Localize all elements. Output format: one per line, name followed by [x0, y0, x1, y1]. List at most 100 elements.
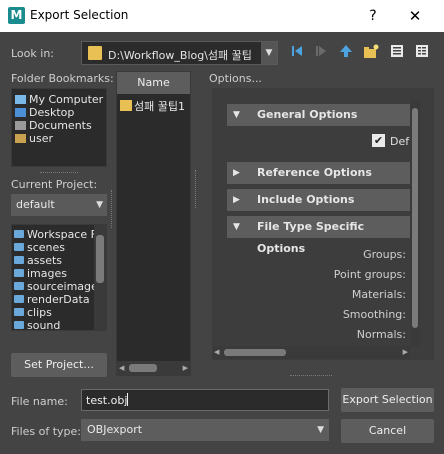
section-label: General Options	[257, 108, 358, 121]
folder-icon	[14, 282, 24, 290]
bookmark-desktop[interactable]: Desktop	[15, 106, 74, 119]
list-item[interactable]: 섬패 꿀팁1	[120, 98, 185, 114]
bookmark-user[interactable]: user	[15, 132, 53, 145]
file-name-value: test.obj	[86, 394, 128, 407]
splitter-handle[interactable]	[40, 172, 78, 173]
help-button[interactable]: ?	[361, 5, 385, 27]
look-in-label: Look in:	[11, 47, 54, 60]
horizontal-scrollbar[interactable]: ◀ ▶	[212, 346, 410, 359]
list-item[interactable]: sourceimage	[14, 280, 98, 293]
scroll-left-icon[interactable]: ◀	[214, 348, 219, 356]
up-folder-icon[interactable]	[338, 44, 354, 60]
maya-app-icon: M	[8, 7, 25, 24]
list-item[interactable]: renderData	[14, 293, 90, 306]
scrollbar-thumb[interactable]	[96, 235, 104, 283]
list-item[interactable]: clips	[14, 306, 52, 319]
current-project-value: default	[16, 198, 55, 211]
collapsed-arrow-icon: ▶	[233, 168, 240, 178]
cancel-button[interactable]: Cancel	[341, 419, 434, 443]
export-selection-button[interactable]: Export Selection	[341, 388, 434, 412]
folder-label: sourceimage	[27, 280, 98, 293]
chevron-down-icon: ▼	[96, 200, 103, 210]
folder-icon	[14, 295, 24, 303]
documents-icon	[15, 121, 26, 130]
section-label: Reference Options	[257, 166, 372, 179]
folder-icon	[120, 100, 132, 111]
folder-icon	[88, 46, 102, 60]
file-name-label: File name:	[11, 395, 68, 408]
set-project-button[interactable]: Set Project...	[11, 353, 107, 377]
include-options-header[interactable]: ▶ Include Options	[227, 189, 411, 211]
bookmarks-list: My Computer Desktop Documents user	[11, 88, 107, 167]
point-groups-option-label: Point groups:	[333, 268, 406, 281]
general-options-header[interactable]: ▼ General Options	[227, 104, 411, 126]
bookmark-label: My Computer	[29, 93, 104, 106]
options-label: Options...	[209, 72, 262, 85]
current-project-dropdown[interactable]: default ▼	[11, 194, 107, 216]
bookmark-documents[interactable]: Documents	[15, 119, 92, 132]
chevron-down-icon[interactable]: ▼	[261, 42, 277, 64]
folder-icon	[14, 256, 24, 264]
scroll-right-icon[interactable]: ▶	[183, 364, 188, 372]
look-in-path: D:\Workflow_Blog\섬패 꿀팁	[108, 49, 252, 62]
project-folder-list: Workspace F scenes assets images sourcei…	[11, 224, 107, 331]
title-bar: M Export Selection ? ✕	[0, 0, 444, 32]
smoothing-option-label: Smoothing:	[342, 308, 406, 321]
forward-icon[interactable]	[313, 44, 329, 60]
back-icon[interactable]	[289, 44, 305, 60]
folder-label: sound	[27, 319, 61, 331]
bookmark-label: Desktop	[29, 106, 75, 119]
list-item[interactable]: scenes	[14, 241, 65, 254]
scroll-left-icon[interactable]: ◀	[119, 364, 124, 372]
folder-icon	[14, 243, 24, 251]
list-item[interactable]: images	[14, 267, 67, 280]
splitter-handle[interactable]	[290, 375, 332, 376]
chevron-down-icon: ▼	[317, 425, 324, 435]
scrollbar-thumb[interactable]	[129, 364, 157, 372]
folder-icon	[14, 269, 24, 277]
close-button[interactable]: ✕	[402, 5, 428, 27]
files-of-type-label: Files of type:	[11, 425, 82, 438]
reference-options-header[interactable]: ▶ Reference Options	[227, 162, 411, 184]
folder-bookmarks-label: Folder Bookmarks:	[11, 72, 114, 85]
folder-label: Workspace F	[27, 228, 97, 241]
default-checkbox-label: Def	[390, 135, 410, 148]
folder-label: images	[27, 267, 67, 280]
folder-icon	[14, 321, 24, 329]
file-type-dropdown[interactable]: OBJexport ▼	[81, 419, 329, 441]
look-in-dropdown[interactable]: D:\Workflow_Blog\섬패 꿀팁 ▼	[81, 41, 278, 65]
vertical-scrollbar[interactable]	[94, 225, 106, 330]
checkmark-icon[interactable]: ✔	[372, 134, 385, 147]
folder-label: clips	[27, 306, 52, 319]
computer-icon	[15, 95, 26, 104]
folder-label: renderData	[27, 293, 90, 306]
list-view-icon[interactable]	[389, 44, 405, 60]
scrollbar-thumb[interactable]	[412, 108, 418, 328]
file-type-value: OBJexport	[87, 423, 143, 436]
normals-option-label: Normals:	[356, 328, 406, 341]
file-name-input[interactable]: test.obj	[81, 389, 329, 411]
file-item-label: 섬패 꿀팁1	[134, 100, 185, 113]
user-icon	[15, 134, 26, 143]
expanded-arrow-icon: ▼	[233, 222, 240, 232]
splitter-handle[interactable]	[111, 190, 112, 228]
collapsed-arrow-icon: ▶	[233, 195, 240, 205]
bookmark-label: user	[29, 132, 53, 145]
detail-view-icon[interactable]	[414, 44, 430, 60]
folder-label: scenes	[27, 241, 66, 254]
horizontal-scrollbar[interactable]: ◀ ▶	[117, 361, 190, 375]
file-type-options-header[interactable]: ▼ File Type Specific Options	[227, 216, 411, 255]
name-column-header[interactable]: Name	[117, 72, 190, 94]
groups-option-label: Groups:	[363, 248, 406, 261]
list-item[interactable]: Workspace F	[14, 228, 97, 241]
new-folder-icon[interactable]	[363, 44, 379, 60]
section-label: Include Options	[257, 193, 355, 206]
scroll-right-icon[interactable]: ▶	[403, 348, 408, 356]
list-item[interactable]: sound	[14, 319, 61, 331]
list-item[interactable]: assets	[14, 254, 62, 267]
vertical-scrollbar[interactable]	[410, 100, 420, 346]
splitter-handle[interactable]	[195, 170, 196, 208]
expanded-arrow-icon: ▼	[233, 110, 240, 120]
bookmark-my-computer[interactable]: My Computer	[15, 93, 103, 106]
scrollbar-thumb[interactable]	[224, 349, 286, 356]
